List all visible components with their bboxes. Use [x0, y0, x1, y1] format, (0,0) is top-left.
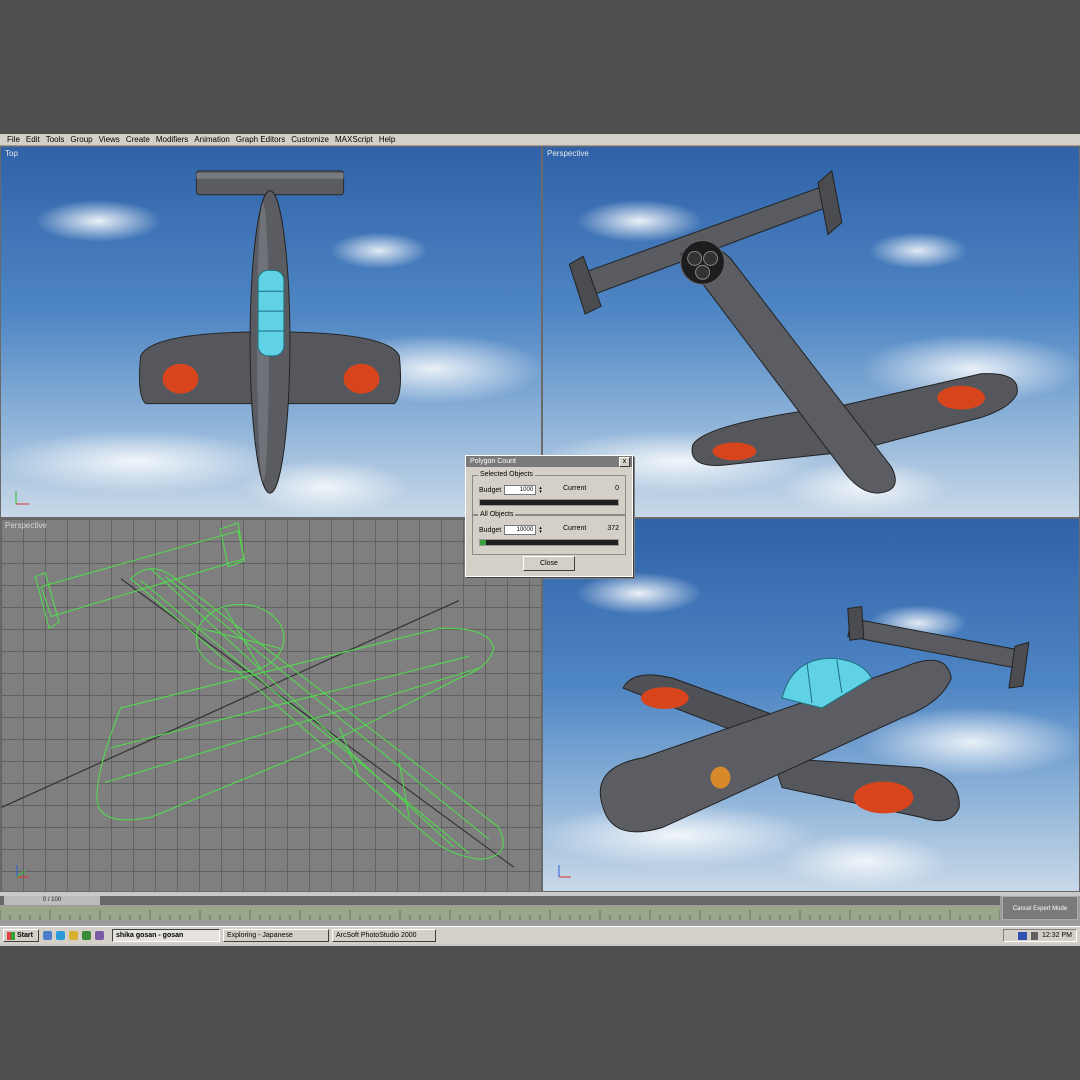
- tray-clock[interactable]: 12:32 PM: [1042, 932, 1072, 939]
- task-label-max: shika gosan - gosan: [116, 932, 184, 939]
- tray-volume-icon[interactable]: [1031, 931, 1039, 940]
- quicklaunch-desktop-icon[interactable]: [43, 931, 52, 940]
- dialog-title: Polygon Count: [470, 458, 516, 465]
- selected-budget-label: Budget: [479, 486, 502, 494]
- all-objects-legend: All Objects: [478, 511, 516, 518]
- task-label-explorer: Exploring - Japanese: [227, 932, 293, 939]
- taskbar-task-photostudio[interactable]: ArcSoft PhotoStudio 2000: [332, 929, 436, 942]
- all-current-label: Current: [563, 525, 587, 532]
- selected-budget-input[interactable]: 1000: [504, 485, 537, 495]
- spinner-arrows-icon[interactable]: ▴ ▾: [539, 486, 544, 495]
- all-budget-label: Budget: [479, 526, 502, 534]
- menu-item-maxscript[interactable]: MAXScript: [332, 135, 376, 144]
- menu-item-modifiers[interactable]: Modifiers: [153, 135, 191, 144]
- menu-item-edit[interactable]: Edit: [23, 135, 43, 144]
- selected-progress-bar: [479, 499, 619, 506]
- menu-item-tools[interactable]: Tools: [43, 135, 68, 144]
- polygon-count-dialog: Polygon Count x Selected Objects Budget …: [465, 455, 633, 577]
- menu-item-create[interactable]: Create: [123, 135, 153, 144]
- viewport-label-wireframe: Perspective: [5, 521, 47, 530]
- menu-item-customize[interactable]: Customize: [288, 135, 332, 144]
- selected-objects-legend: Selected Objects: [478, 471, 535, 478]
- quicklaunch-outlook-icon[interactable]: [69, 931, 78, 940]
- menu-item-views[interactable]: Views: [96, 135, 123, 144]
- windows-logo-icon: [7, 931, 15, 940]
- selected-current-value: 0: [615, 485, 619, 492]
- track-bar[interactable]: [0, 906, 1001, 920]
- menu-item-animation[interactable]: Animation: [191, 135, 233, 144]
- quicklaunch-browser-icon[interactable]: [56, 931, 65, 940]
- menu-bar: File Edit Tools Group Views Create Modif…: [0, 134, 1080, 146]
- menu-item-group[interactable]: Group: [67, 135, 95, 144]
- system-tray: 12:32 PM: [1003, 929, 1077, 942]
- axis-tripod-icon: [558, 865, 571, 878]
- quicklaunch-app-icon[interactable]: [95, 931, 104, 940]
- task-label-photostudio: ArcSoft PhotoStudio 2000: [336, 932, 417, 939]
- spinner-arrows-icon[interactable]: ▴ ▾: [539, 526, 544, 535]
- dialog-titlebar[interactable]: Polygon Count x: [466, 456, 632, 467]
- quicklaunch-media-icon[interactable]: [82, 931, 91, 940]
- menu-item-help[interactable]: Help: [376, 135, 398, 144]
- windows-taskbar: Start shika gosan - gosan Exploring - Ja…: [0, 926, 1080, 944]
- menu-item-graph-editors[interactable]: Graph Editors: [233, 135, 288, 144]
- close-button[interactable]: Close: [523, 556, 575, 571]
- all-current-value: 372: [607, 525, 619, 532]
- menu-item-file[interactable]: File: [4, 135, 23, 144]
- track-ticks: [0, 910, 1001, 920]
- taskbar-task-max[interactable]: shika gosan - gosan: [112, 929, 220, 942]
- all-progress-fill: [480, 540, 486, 545]
- all-objects-group: All Objects Budget 10000 ▴ ▾ Current 372: [472, 511, 626, 555]
- axis-tripod-icon: [15, 491, 29, 505]
- plane-top-view: [139, 170, 401, 494]
- start-button[interactable]: Start: [3, 929, 39, 942]
- plane-wireframe: [1, 522, 515, 868]
- viewport-label-perspective: Perspective: [547, 149, 589, 158]
- viewport-wireframe[interactable]: Perspective: [0, 518, 542, 892]
- selected-objects-group: Selected Objects Budget 1000 ▴ ▾ Current …: [472, 471, 626, 515]
- viewport-label-top: Top: [5, 149, 18, 158]
- all-progress-bar: [479, 539, 619, 546]
- cancel-expert-mode-button[interactable]: Cancel Expert Mode: [1002, 896, 1078, 920]
- selected-current-label: Current: [563, 485, 587, 492]
- tray-language-icon[interactable]: [1018, 931, 1028, 940]
- axis-tripod-icon: [16, 865, 29, 878]
- taskbar-task-explorer[interactable]: Exploring - Japanese: [223, 929, 329, 942]
- timeline-area: 0 / 100 Cancel Expert Mode: [0, 896, 1080, 926]
- time-slider[interactable]: 0 / 100: [0, 896, 1000, 905]
- start-label: Start: [17, 932, 33, 939]
- viewport-top[interactable]: Top: [0, 146, 542, 518]
- application-screen: File Edit Tools Group Views Create Modif…: [0, 134, 1080, 946]
- all-budget-input[interactable]: 10000: [504, 525, 537, 535]
- time-slider-thumb[interactable]: 0 / 100: [4, 896, 100, 905]
- close-icon[interactable]: x: [619, 456, 630, 467]
